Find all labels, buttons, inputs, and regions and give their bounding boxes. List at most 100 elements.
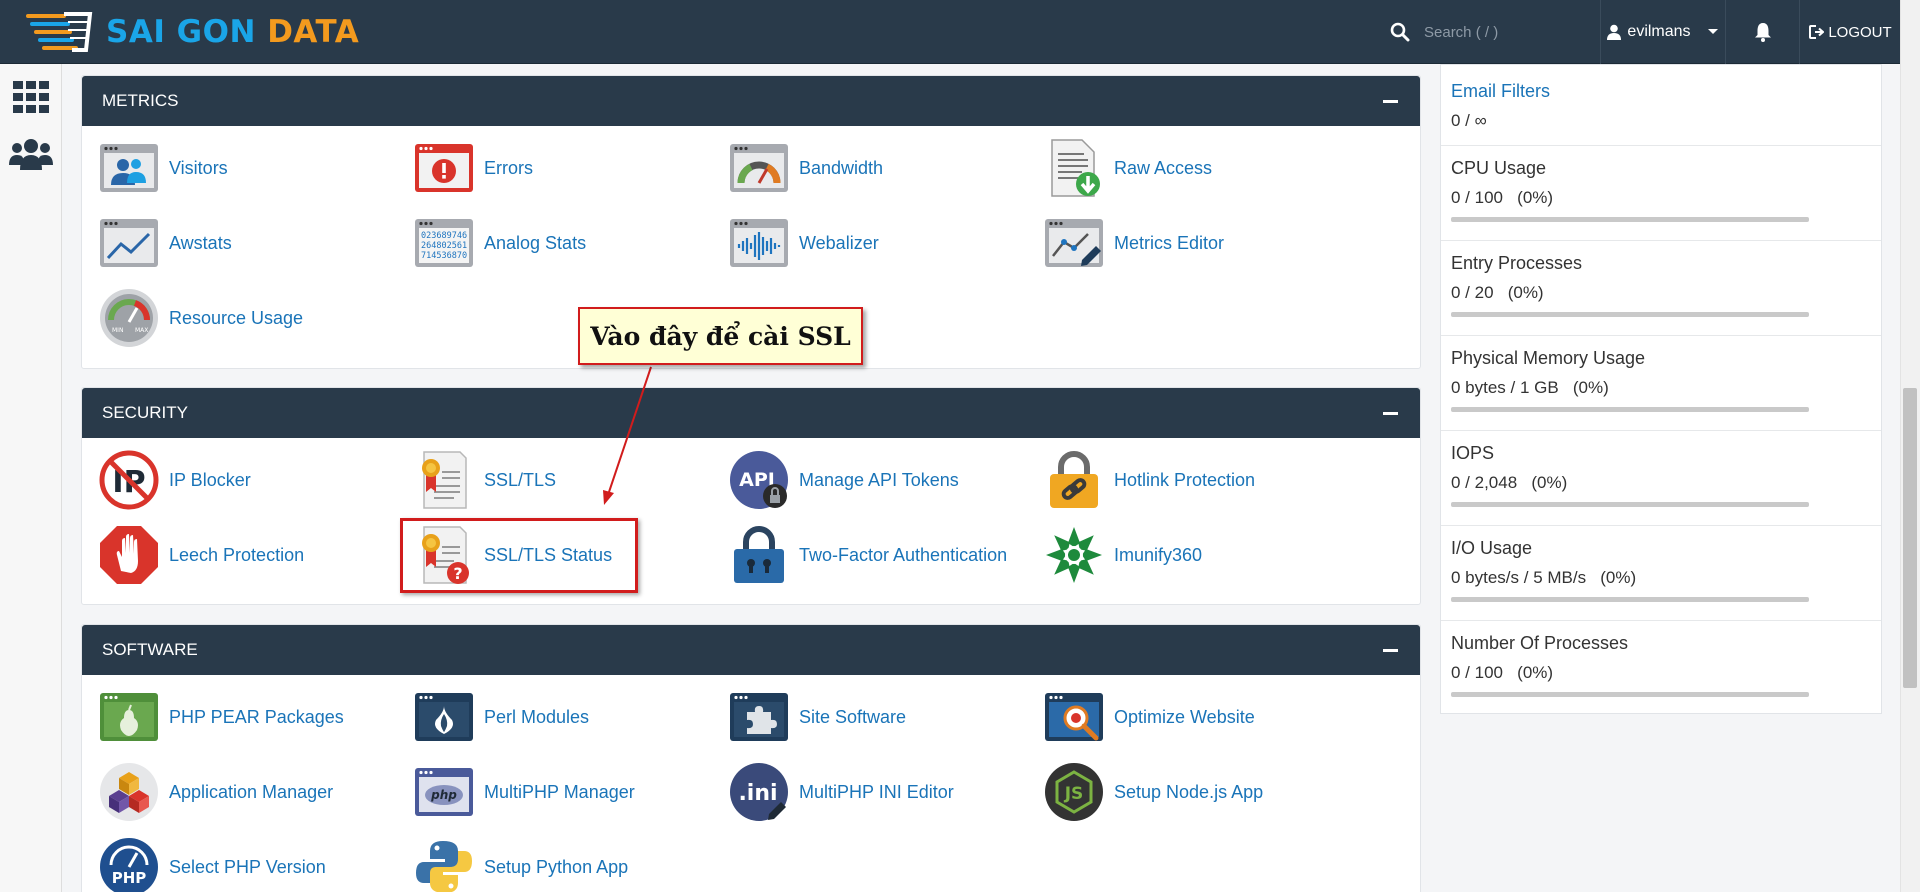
software-panel: SOFTWARE PHP PEAR Packages Perl Modules … — [81, 624, 1421, 892]
scrollbar-thumb[interactable] — [1903, 388, 1917, 688]
security-item-ssl-tls[interactable]: SSL/TLS — [413, 448, 556, 512]
progress-bar — [1451, 692, 1809, 697]
awstats-icon — [100, 219, 158, 267]
metrics-header[interactable]: METRICS — [82, 76, 1420, 126]
stat-value: 0 / 100 (0%) — [1451, 188, 1554, 207]
application-manager-cubes-icon — [100, 763, 158, 821]
security-item-manage-api-tokens[interactable]: API Manage API Tokens — [728, 448, 959, 512]
security-item-label: SSL/TLS — [484, 469, 557, 490]
software-header[interactable]: SOFTWARE — [82, 625, 1420, 675]
stat-name: Physical Memory Usage — [1451, 348, 1646, 368]
sidebar-users-button[interactable] — [8, 132, 54, 178]
stop-hand-icon — [100, 526, 158, 584]
ip-blocker-icon: IP — [99, 450, 159, 510]
stat-number-of-processes: Number Of Processes 0 / 100 (0%) — [1441, 621, 1881, 715]
metrics-item-label: Bandwidth — [799, 157, 884, 178]
multiphp-manager-icon: php — [415, 768, 473, 816]
security-item-hotlink-protection[interactable]: Hotlink Protection — [1043, 448, 1255, 512]
stat-value: 0 bytes / 1 GB (0%) — [1451, 378, 1609, 397]
security-panel: SECURITY IP IP Blocker SSL/TLS API Manag… — [81, 387, 1421, 605]
metrics-item-raw-access[interactable]: Raw Access — [1043, 136, 1212, 200]
collapse-icon[interactable] — [1383, 649, 1398, 652]
security-item-label: Imunify360 — [1114, 544, 1203, 565]
software-item-label: Application Manager — [169, 781, 334, 802]
metrics-item-resource-usage[interactable]: MIN MAX Resource Usage — [98, 286, 303, 350]
software-item-site-software[interactable]: Site Software — [728, 685, 906, 749]
metrics-item-label: Visitors — [169, 157, 228, 178]
collapse-icon[interactable] — [1383, 100, 1398, 103]
progress-bar — [1451, 312, 1809, 317]
stat-name: Number Of Processes — [1451, 633, 1629, 653]
security-header[interactable]: SECURITY — [82, 388, 1420, 438]
metrics-editor-icon — [1045, 219, 1103, 267]
software-item-label: MultiPHP INI Editor — [799, 781, 954, 802]
top-navbar: SAI GON DATA evilmans LOGOUT — [0, 0, 1900, 64]
logout-button[interactable]: LOGOUT — [1800, 0, 1900, 64]
software-item-select-php-version[interactable]: PHP Select PHP Version — [98, 835, 326, 892]
logout-label: LOGOUT — [1828, 23, 1892, 41]
software-item-setup-python[interactable]: Setup Python App — [413, 835, 628, 892]
puzzle-icon — [730, 693, 788, 741]
metrics-item-label: Resource Usage — [169, 307, 304, 328]
stat-name: I/O Usage — [1451, 538, 1533, 558]
certificate-icon — [422, 451, 467, 509]
security-item-ip-blocker[interactable]: IP IP Blocker — [98, 448, 251, 512]
software-item-label: Perl Modules — [484, 706, 590, 727]
software-item-php-pear[interactable]: PHP PEAR Packages — [98, 685, 344, 749]
metrics-item-label: Errors — [484, 157, 533, 178]
security-item-imunify360[interactable]: Imunify360 — [1043, 523, 1202, 587]
metrics-item-webalizer[interactable]: Webalizer — [728, 211, 879, 275]
stat-value: 0 bytes/s / 5 MB/s (0%) — [1451, 568, 1637, 587]
metrics-item-analog-stats[interactable]: 023689746 264802561 714536870 Analog Sta… — [413, 211, 586, 275]
annotation-text: Vào đây để cài SSL — [590, 321, 851, 351]
metrics-item-metrics-editor[interactable]: Metrics Editor — [1043, 211, 1224, 275]
metrics-item-bandwidth[interactable]: Bandwidth — [728, 136, 883, 200]
software-item-multiphp-ini-editor[interactable]: .ini MultiPHP INI Editor — [728, 760, 954, 824]
software-title: SOFTWARE — [102, 640, 198, 659]
metrics-item-label: Webalizer — [799, 232, 879, 253]
visitors-icon — [100, 144, 158, 192]
software-item-setup-nodejs[interactable]: JS Setup Node.js App — [1043, 760, 1263, 824]
collapse-icon[interactable] — [1383, 412, 1398, 415]
php-logo-text: php — [430, 788, 457, 802]
software-item-label: Select PHP Version — [169, 856, 326, 877]
search-box[interactable] — [1390, 18, 1580, 46]
progress-bar — [1451, 597, 1809, 602]
brand-part-2: DATA — [267, 14, 360, 50]
search-input[interactable] — [1424, 23, 1574, 41]
software-item-optimize-website[interactable]: Optimize Website — [1043, 685, 1255, 749]
ini-editor-icon: .ini — [730, 763, 788, 821]
brand-part-1: SAI GON — [106, 14, 256, 50]
metrics-item-awstats[interactable]: Awstats — [98, 211, 232, 275]
security-item-label: Two-Factor Authentication — [799, 544, 1008, 565]
stat-io-usage: I/O Usage 0 bytes/s / 5 MB/s (0%) — [1441, 526, 1881, 621]
brand-logo[interactable]: SAI GON DATA — [24, 8, 359, 56]
nodejs-icon: JS — [1045, 763, 1103, 821]
php-pear-icon — [100, 693, 158, 741]
stat-name[interactable]: Email Filters — [1451, 81, 1881, 102]
progress-bar — [1451, 502, 1809, 507]
cart-logo-icon — [26, 12, 93, 52]
analog-digits-row: 264802561 — [421, 241, 467, 251]
stat-value: 0 / 2,048 (0%) — [1451, 473, 1568, 492]
software-item-multiphp-manager[interactable]: php MultiPHP Manager — [413, 760, 635, 824]
raw-access-icon — [1051, 139, 1100, 197]
metrics-item-visitors[interactable]: Visitors — [98, 136, 228, 200]
sidebar-tools-button[interactable] — [8, 74, 54, 120]
notifications-button[interactable] — [1726, 0, 1800, 64]
security-item-two-factor-auth[interactable]: Two-Factor Authentication — [728, 523, 1007, 587]
brand-name: SAI GON DATA — [106, 14, 359, 50]
metrics-item-errors[interactable]: Errors — [413, 136, 533, 200]
stat-iops: IOPS 0 / 2,048 (0%) — [1441, 431, 1881, 526]
webalizer-waveform-icon — [730, 219, 788, 267]
software-item-perl-modules[interactable]: Perl Modules — [413, 685, 589, 749]
security-item-label: Leech Protection — [169, 544, 305, 565]
js-icon-text: JS — [1064, 784, 1084, 804]
user-menu[interactable]: evilmans — [1600, 0, 1726, 64]
software-item-label: Setup Python App — [484, 856, 629, 877]
stat-value: 0 / 20 (0%) — [1451, 283, 1544, 302]
security-item-label: IP Blocker — [169, 469, 251, 490]
software-item-application-manager[interactable]: Application Manager — [98, 760, 333, 824]
security-item-leech-protection[interactable]: Leech Protection — [98, 523, 304, 587]
bandwidth-gauge-icon — [730, 144, 788, 192]
